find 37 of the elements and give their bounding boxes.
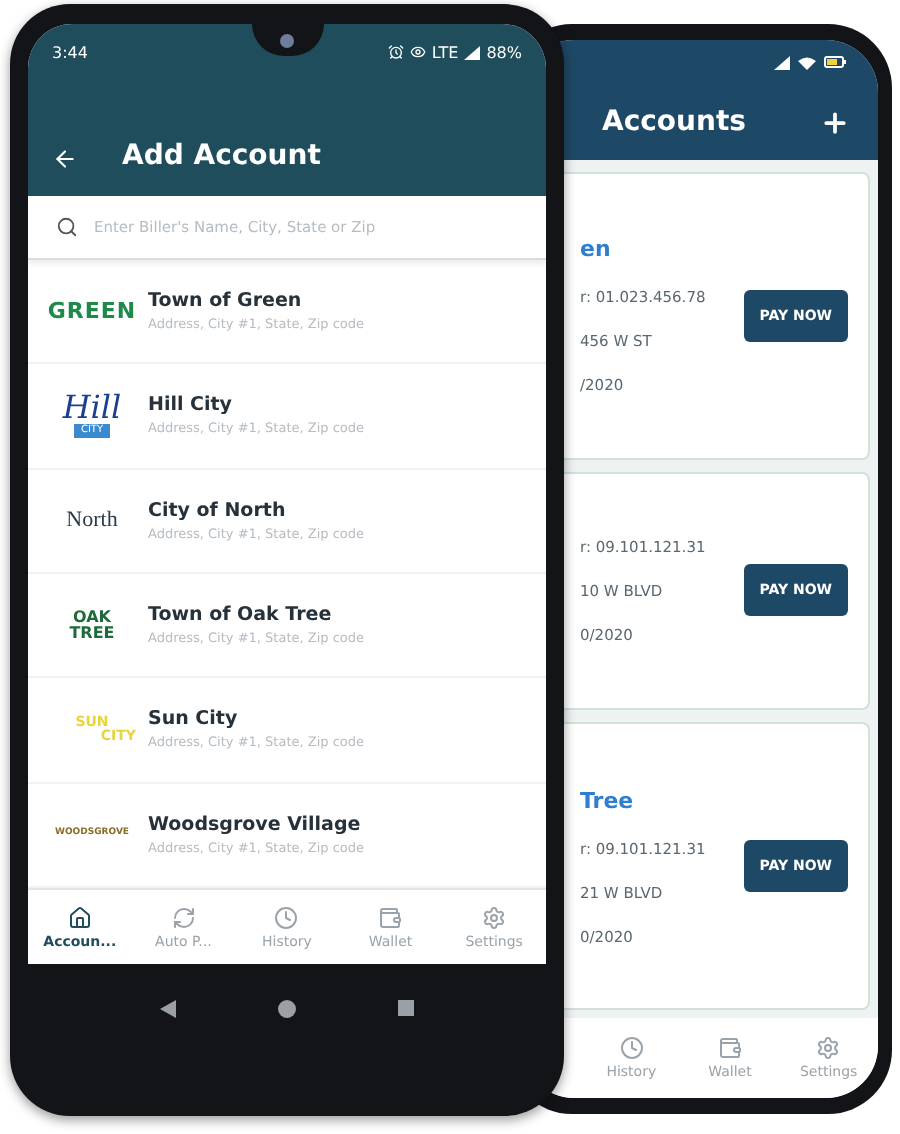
battery-icon — [824, 56, 846, 68]
biller-logo: OAK TREE — [67, 609, 117, 642]
biller-name: Woodsgrove Village — [148, 813, 363, 836]
history-icon — [274, 905, 299, 929]
history-icon — [619, 1036, 644, 1060]
biller-logo: North — [64, 509, 120, 532]
back-triangle-icon[interactable] — [159, 999, 176, 1017]
alarm-icon — [387, 44, 404, 60]
biller-name: City of North — [148, 499, 288, 522]
screen-title: Accounts — [602, 106, 747, 138]
camera-notch — [251, 24, 323, 56]
wifi-icon — [798, 55, 816, 69]
biller-name: Town of Oak Tree — [148, 604, 334, 627]
biller-name: Hill City — [148, 394, 234, 417]
recents-square-icon[interactable] — [398, 1000, 415, 1016]
account-name: Tree — [580, 787, 636, 814]
biller-logo: GREEN — [48, 300, 136, 323]
refresh-icon — [171, 905, 196, 929]
search-icon — [56, 216, 78, 238]
add-icon[interactable] — [820, 107, 850, 137]
settings-icon — [816, 1036, 841, 1060]
wallet-icon — [717, 1036, 742, 1060]
wallet-icon — [378, 905, 403, 929]
back-icon[interactable] — [52, 146, 78, 172]
biller-name: Sun City — [148, 708, 240, 731]
home-circle-icon[interactable] — [277, 999, 296, 1017]
status-time: 3:44 — [52, 43, 88, 61]
battery-level: 88% — [486, 43, 522, 61]
screen-title: Add Account — [122, 140, 321, 172]
eye-icon — [409, 44, 426, 60]
signal-icon — [774, 55, 790, 69]
network-label: LTE — [431, 43, 459, 61]
signal-icon — [464, 45, 481, 59]
biller-name: Town of Green — [148, 290, 304, 313]
account-name: en — [580, 236, 613, 263]
settings-icon — [482, 905, 507, 929]
home-icon — [67, 905, 92, 929]
